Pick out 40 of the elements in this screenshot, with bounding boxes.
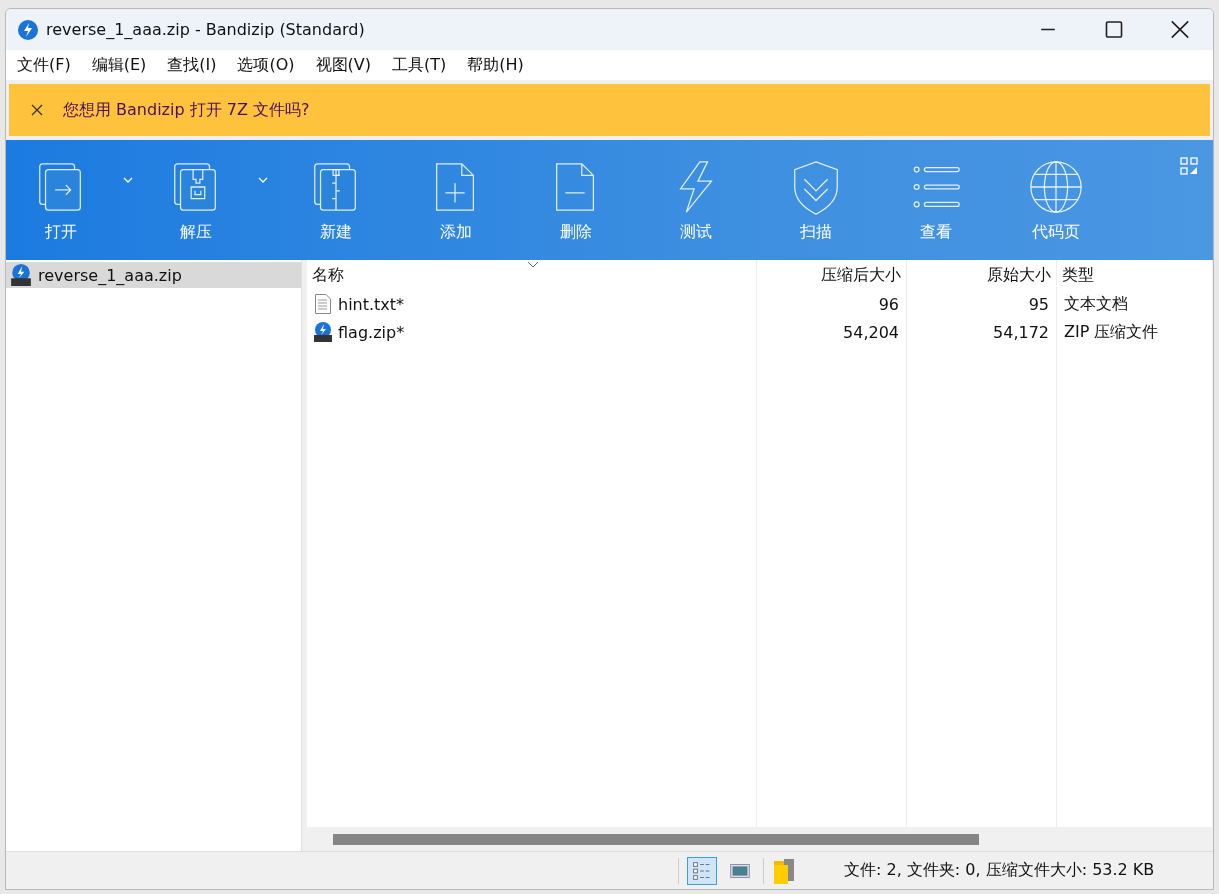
banner-message: 您想用 Bandizip 打开 7Z 文件吗? (63, 99, 310, 121)
menu-item[interactable]: 帮助(H) (461, 54, 530, 76)
layout-icon[interactable] (1179, 156, 1199, 176)
toolbar-button[interactable]: 删除 (516, 140, 636, 260)
table-cell: 文本文档 (1057, 290, 1213, 318)
table-cell: 95 (907, 290, 1057, 318)
table-cell: 96 (757, 290, 907, 318)
app-logo-icon (18, 19, 38, 40)
menu-item[interactable]: 工具(T) (386, 54, 453, 76)
table-cell: 54,204 (757, 318, 907, 346)
toolbar-button[interactable]: 添加 (396, 140, 516, 260)
column-header[interactable]: 名称 (307, 260, 757, 290)
toolbar-button[interactable]: 新建 (276, 140, 396, 260)
scrollbar-thumb[interactable] (333, 833, 979, 845)
dropdown-caret-icon[interactable] (257, 176, 269, 184)
menu-item[interactable]: 查找(I) (161, 54, 223, 76)
text-file-icon (313, 294, 333, 314)
menu-item[interactable]: 视图(V) (309, 54, 377, 76)
toolbar-button[interactable]: 解压 (141, 140, 251, 260)
table-cell: 54,172 (907, 318, 1057, 346)
table-cell: ZIP 压缩文件 (1057, 318, 1213, 346)
tree-item[interactable]: reverse_1_aaa.zip (6, 262, 301, 288)
zip-file-icon (10, 264, 32, 286)
dropdown-caret-icon[interactable] (122, 176, 134, 184)
column-header[interactable]: 压缩后大小 (757, 260, 907, 290)
window-title: reverse_1_aaa.zip - Bandizip (Standard) (46, 20, 366, 39)
sort-caret-icon (527, 261, 539, 269)
file-name[interactable]: hint.txt* (338, 294, 405, 314)
archive-folder-icon[interactable] (772, 856, 796, 885)
close-icon[interactable] (31, 104, 43, 116)
menu-item[interactable]: 选项(O) (231, 54, 301, 76)
file-name[interactable]: flag.zip* (338, 322, 405, 342)
zip-file-icon (313, 322, 333, 342)
menu-item[interactable]: 编辑(E) (85, 54, 153, 76)
column-header[interactable]: 类型 (1057, 260, 1213, 290)
details-view-button[interactable] (687, 856, 717, 885)
column-header[interactable]: 原始大小 (907, 260, 1057, 290)
status-text: 文件: 2, 文件夹: 0, 压缩文件大小: 53.2 KB (844, 860, 1155, 881)
toolbar-button[interactable]: 打开 (6, 140, 116, 260)
menu-item[interactable]: 文件(F) (11, 54, 77, 76)
